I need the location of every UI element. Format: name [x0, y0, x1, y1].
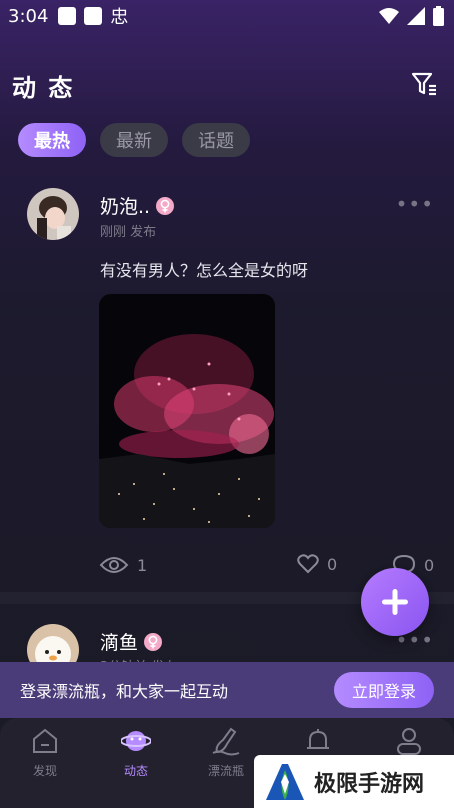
view-count: 1 [99, 554, 147, 576]
comment-count: 0 [424, 555, 435, 575]
page-title: 动 态 [12, 74, 75, 102]
feed-tabs: 最热 最新 话题 [18, 123, 250, 157]
bottle-icon [212, 727, 240, 756]
post-author[interactable]: 滴鱼 [100, 628, 163, 655]
eye-icon [99, 557, 129, 573]
wifi-icon [379, 8, 399, 24]
tab-latest[interactable]: 最新 [100, 123, 168, 157]
notification-icon [58, 7, 77, 25]
female-icon [144, 632, 163, 651]
tab-hot[interactable]: 最热 [18, 123, 86, 157]
status-time: 3:04 [8, 5, 49, 27]
watermark: 极限手游网 [254, 755, 454, 808]
post-author[interactable]: 奶泡.. [100, 192, 175, 219]
watermark-text: 极限手游网 [314, 770, 425, 797]
view-count-value: 1 [137, 555, 148, 575]
tab-topics[interactable]: 话题 [182, 123, 250, 157]
signal-icon [407, 7, 425, 25]
login-button[interactable]: 立即登录 [334, 672, 434, 708]
planet-icon [121, 731, 151, 751]
filter-button[interactable] [410, 70, 438, 98]
watermark-logo [266, 763, 304, 800]
more-options-button[interactable]: ••• [396, 192, 434, 216]
nav-discover[interactable]: 发现 [5, 726, 85, 779]
filter-icon [411, 72, 436, 96]
plus-icon [382, 589, 408, 615]
author-name: 滴鱼 [100, 632, 139, 654]
home-icon [33, 728, 57, 753]
app-notification-icon: 忠 [110, 7, 129, 28]
nav-label: 发现 [32, 764, 57, 778]
nav-label: 动态 [123, 764, 148, 778]
notification-icon [84, 7, 103, 25]
login-prompt-bar: 登录漂流瓶，和大家一起互动 立即登录 [0, 662, 454, 718]
post-time: 刚刚 发布 [100, 225, 157, 240]
nav-label: 漂流瓶 [207, 764, 244, 778]
post-text: 有没有男人？怎么全是女的呀 [100, 261, 309, 280]
author-name: 奶泡.. [100, 196, 151, 218]
status-bar: 3:04 忠 [0, 0, 454, 32]
like-count: 0 [327, 554, 338, 574]
like-button[interactable]: 0 [297, 554, 337, 574]
battery-icon [433, 6, 444, 26]
avatar[interactable] [27, 188, 79, 240]
bell-icon [307, 729, 329, 749]
female-icon [156, 196, 175, 215]
profile-icon [397, 728, 421, 755]
more-icon: ••• [395, 192, 434, 216]
system-icons [379, 6, 444, 26]
nav-feed[interactable]: 动态 [96, 726, 176, 779]
login-prompt-text: 登录漂流瓶，和大家一起互动 [20, 682, 229, 701]
heart-icon [297, 554, 319, 574]
post-image[interactable] [99, 294, 275, 528]
create-post-button[interactable] [361, 568, 429, 636]
